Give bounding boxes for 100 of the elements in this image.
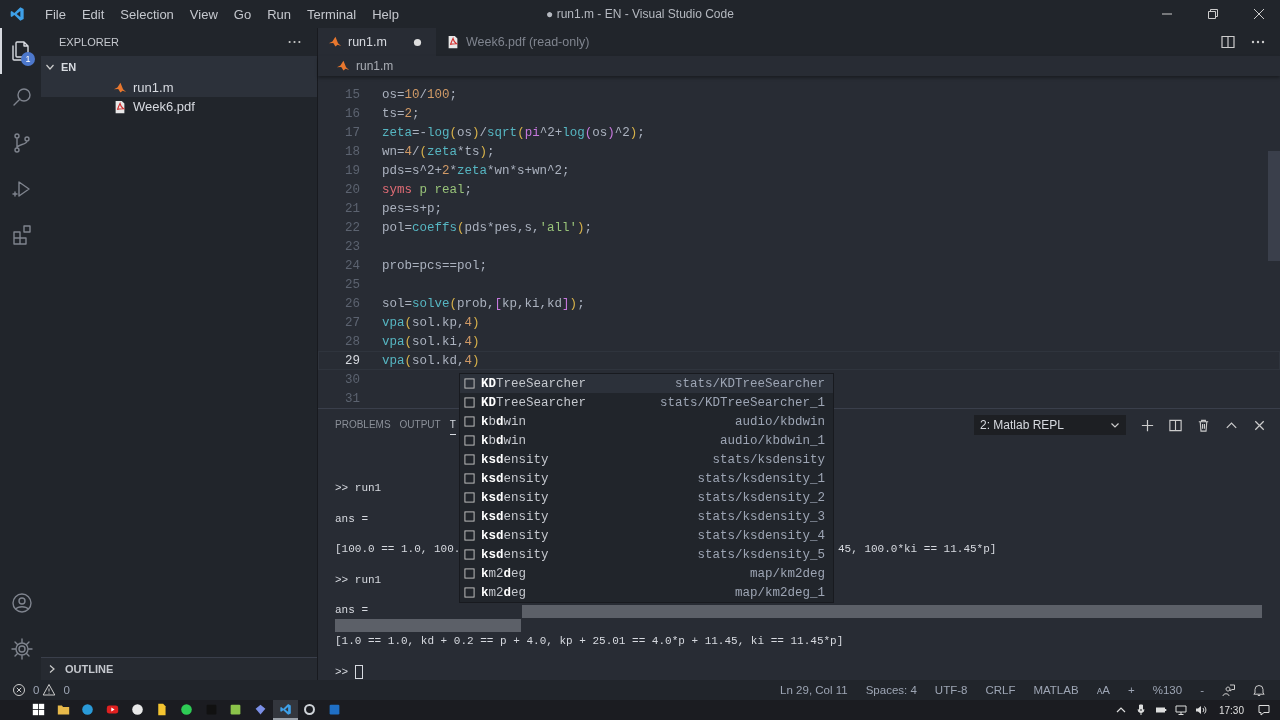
menu-item[interactable]: Terminal bbox=[299, 6, 365, 22]
line-number: 23 bbox=[344, 239, 360, 254]
plus-icon[interactable] bbox=[1140, 417, 1155, 433]
account-icon[interactable] bbox=[9, 591, 34, 615]
symbol-icon bbox=[464, 454, 475, 465]
line-number: 26 bbox=[344, 296, 360, 311]
menu-item[interactable]: Selection bbox=[112, 6, 182, 22]
line-number: 22 bbox=[344, 220, 360, 235]
clock[interactable]: 17:30 bbox=[1218, 704, 1244, 716]
line-number: 28 bbox=[344, 334, 360, 349]
sidebar-title: EXPLORER bbox=[59, 36, 119, 48]
code-line: wn=4/(zeta*ts); bbox=[382, 144, 495, 159]
line-number: 27 bbox=[344, 315, 360, 330]
menu-item[interactable]: File bbox=[37, 6, 74, 22]
code-line: prob=pcs==pol; bbox=[382, 258, 488, 273]
app-icon bbox=[303, 702, 317, 716]
app-logo-icon bbox=[9, 6, 25, 22]
symbol-icon bbox=[464, 378, 475, 389]
suggestion-item[interactable]: kbdwin audio/kbdwin bbox=[460, 412, 833, 431]
suggestion-item[interactable]: KDTreeSearcher stats/KDTreeSearcher bbox=[460, 374, 833, 393]
trash-icon[interactable] bbox=[1196, 417, 1211, 433]
symbol-icon bbox=[464, 435, 475, 446]
status-item[interactable]: CRLF bbox=[985, 684, 1016, 696]
line-number: 29 bbox=[344, 353, 360, 368]
suggestion-item[interactable]: ksdensity stats/ksdensity_4 bbox=[460, 526, 833, 545]
microphone-icon[interactable] bbox=[1134, 704, 1147, 716]
suggestion-item[interactable]: km2deg map/km2deg bbox=[460, 564, 833, 583]
network-icon[interactable] bbox=[1174, 704, 1187, 716]
editor-tab[interactable]: Week6.pdf (read-only) bbox=[435, 28, 624, 56]
problems-indicator[interactable]: 0 0 bbox=[12, 683, 70, 697]
suggestion-item[interactable]: km2deg map/km2deg_1 bbox=[460, 583, 833, 602]
breadcrumb-item[interactable]: run1.m bbox=[356, 59, 394, 73]
panel-tab[interactable]: PROBLEMS bbox=[335, 415, 391, 435]
browser-icon bbox=[81, 702, 95, 716]
suggestion-item[interactable]: ksdensity stats/ksdensity_5 bbox=[460, 545, 833, 564]
code-line: pes=s+p; bbox=[382, 201, 442, 216]
panel-tab[interactable]: OUTPUT bbox=[399, 415, 441, 435]
terminal-line: >> run1 bbox=[335, 481, 382, 496]
document-icon bbox=[155, 702, 169, 716]
editor-tab[interactable]: run1.m bbox=[318, 28, 436, 56]
volume-icon[interactable] bbox=[1194, 704, 1207, 716]
mail-icon bbox=[328, 702, 342, 716]
split-editor-icon[interactable] bbox=[1220, 34, 1236, 50]
app-icon bbox=[229, 702, 243, 716]
file-icon bbox=[328, 35, 342, 49]
settings-icon[interactable] bbox=[9, 637, 34, 661]
bell-icon[interactable] bbox=[1252, 683, 1266, 697]
code-line: vpa(sol.ki,4) bbox=[382, 334, 480, 349]
symbol-icon bbox=[464, 549, 475, 560]
status-item[interactable]: %130 bbox=[1152, 684, 1183, 696]
start-icon bbox=[31, 702, 45, 716]
menu-item[interactable]: Edit bbox=[73, 6, 113, 22]
symbol-icon bbox=[464, 416, 475, 427]
code-line: vpa(sol.kp,4) bbox=[382, 315, 480, 330]
status-item[interactable]: Ln 29, Col 11 bbox=[780, 684, 848, 696]
menu-item[interactable]: Go bbox=[225, 6, 260, 22]
code-line: pds=s^2+2*zeta*wn*s+wn^2; bbox=[382, 163, 570, 178]
line-number: 25 bbox=[344, 277, 360, 292]
more-icon[interactable] bbox=[288, 40, 301, 44]
symbol-icon bbox=[464, 511, 475, 522]
caret-icon bbox=[1110, 420, 1120, 430]
line-number: 16 bbox=[344, 106, 360, 121]
file-icon bbox=[336, 59, 350, 73]
taskbar-button[interactable] bbox=[272, 700, 298, 720]
window-title: ● run1.m - EN - Visual Studio Code bbox=[546, 7, 734, 21]
menu-item[interactable]: View bbox=[181, 6, 226, 22]
suggestion-item[interactable]: KDTreeSearcher stats/KDTreeSearcher_1 bbox=[460, 393, 833, 412]
explorer-entry[interactable]: Week6.pdf bbox=[41, 97, 317, 116]
close-icon[interactable] bbox=[1253, 8, 1265, 20]
terminal-line: ans = bbox=[335, 603, 368, 619]
code-line: zeta=-log(os)/sqrt(pi^2+log(os)^2); bbox=[382, 125, 645, 140]
suggestion-item[interactable]: ksdensity stats/ksdensity_1 bbox=[460, 469, 833, 488]
status-item[interactable]: UTF-8 bbox=[934, 684, 968, 696]
status-item[interactable]: ᴀA bbox=[1096, 684, 1110, 696]
line-number: 30 bbox=[344, 372, 360, 387]
play-icon bbox=[105, 702, 119, 716]
menu-item[interactable]: Run bbox=[259, 6, 299, 22]
menu-item[interactable]: Help bbox=[364, 6, 407, 22]
line-number: 24 bbox=[344, 258, 360, 273]
code-line: ts=2; bbox=[382, 106, 420, 121]
terminal-line: ans = bbox=[335, 511, 368, 527]
diamond-icon bbox=[254, 702, 268, 716]
feedback-icon[interactable] bbox=[1222, 683, 1236, 697]
notification-icon[interactable] bbox=[1258, 704, 1270, 716]
folder-item[interactable]: EN bbox=[41, 56, 317, 78]
status-item[interactable]: + bbox=[1128, 684, 1135, 696]
split-terminal-icon[interactable] bbox=[1168, 417, 1183, 433]
outline-header[interactable]: OUTLINE bbox=[41, 657, 317, 680]
status-item[interactable]: - bbox=[1200, 684, 1204, 696]
restore-icon[interactable] bbox=[1207, 8, 1219, 20]
line-number: 31 bbox=[344, 391, 360, 406]
explorer-entry[interactable]: run1.m bbox=[41, 78, 317, 97]
symbol-icon bbox=[464, 587, 475, 598]
suggestion-item[interactable]: ksdensity stats/ksdensity_3 bbox=[460, 507, 833, 526]
status-item[interactable]: MATLAB bbox=[1033, 684, 1079, 696]
terminal-dropdown[interactable]: 2: Matlab REPL bbox=[974, 415, 1126, 435]
status-item[interactable]: Spaces: 4 bbox=[865, 684, 917, 696]
suggestion-item[interactable]: kbdwin audio/kbdwin_1 bbox=[460, 431, 833, 450]
suggestion-item[interactable]: ksdensity stats/ksdensity bbox=[460, 450, 833, 469]
suggestion-item[interactable]: ksdensity stats/ksdensity_2 bbox=[460, 488, 833, 507]
